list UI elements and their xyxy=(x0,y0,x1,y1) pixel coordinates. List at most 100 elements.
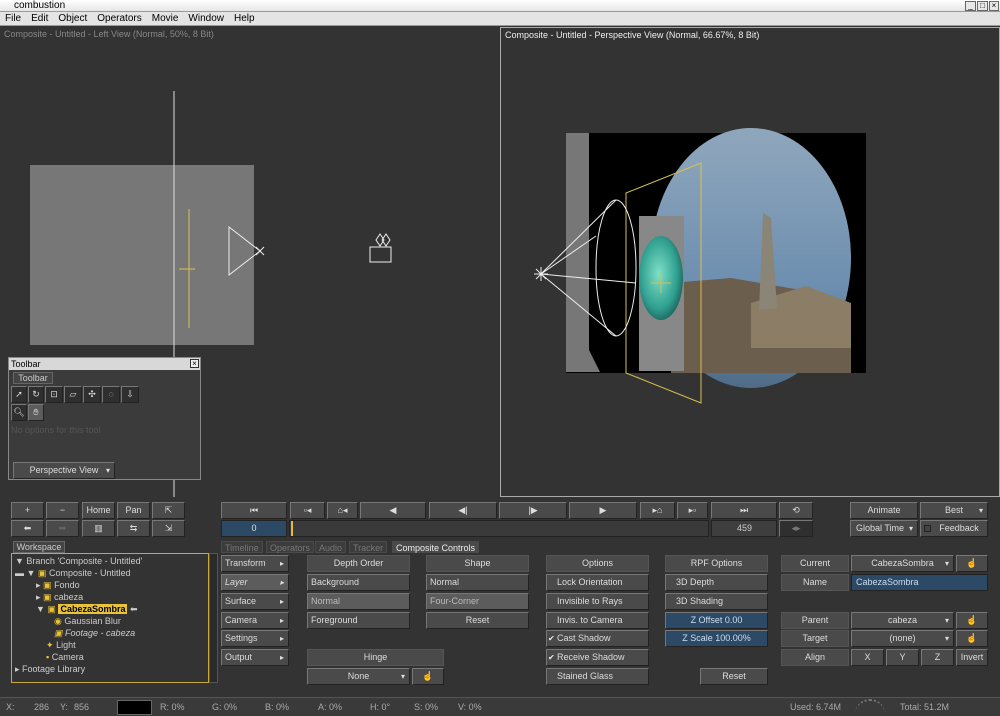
current-pick-icon[interactable]: ☝ xyxy=(956,555,988,572)
tree-branch[interactable]: ▼ Branch 'Composite - Untitled' xyxy=(15,556,142,566)
camera-orbit-icon[interactable]: ◌ xyxy=(102,386,120,403)
home-button[interactable]: Home xyxy=(82,502,115,519)
tree-light[interactable]: ✦ Light xyxy=(46,640,76,651)
rotate-tool-icon[interactable]: ↻ xyxy=(28,386,44,403)
select-tool-icon[interactable]: ➚ xyxy=(11,386,27,403)
invert-button[interactable]: Invert xyxy=(956,649,988,666)
playhead[interactable] xyxy=(291,521,293,536)
mark-out-icon[interactable]: ▸▫ xyxy=(677,502,708,519)
tree-gaussian[interactable]: ◉ Gaussian Blur xyxy=(54,616,121,627)
target-select[interactable]: (none) xyxy=(851,630,954,647)
invis-to-camera-toggle[interactable]: Invis. to Camera xyxy=(546,612,649,629)
category-layer[interactable]: Layer xyxy=(221,574,289,591)
feedback-toggle[interactable]: Feedback xyxy=(920,520,988,537)
zoom-in-button[interactable]: + xyxy=(11,502,44,519)
layout-icon[interactable]: ▥ xyxy=(82,520,115,537)
z-offset-field[interactable]: Z Offset 0.00 xyxy=(665,612,768,629)
lock-orientation-toggle[interactable]: Lock Orientation xyxy=(546,574,649,591)
parent-pick-icon[interactable]: ☝ xyxy=(956,612,988,629)
hinge-pick-icon[interactable]: ☝ xyxy=(412,668,444,685)
menu-object[interactable]: Object xyxy=(58,13,87,24)
hand-tool-icon[interactable]: ✋︎ xyxy=(28,404,44,421)
depth-normal-button[interactable]: Normal xyxy=(307,593,410,610)
maximize-button[interactable]: □ xyxy=(977,1,988,11)
toolbar-close-icon[interactable]: × xyxy=(190,359,199,368)
go-to-end-icon[interactable]: ⏭ xyxy=(711,502,777,519)
back-arrow-icon[interactable]: ⬅ xyxy=(11,520,44,537)
menu-operators[interactable]: Operators xyxy=(97,13,141,24)
tab-operators[interactable]: Operators xyxy=(266,541,315,553)
tree-footage[interactable]: ▣ Footage - cabeza xyxy=(54,628,135,639)
tree-cabeza[interactable]: ▸ ▣ cabeza xyxy=(36,592,83,603)
depth-foreground-button[interactable]: Foreground xyxy=(307,612,410,629)
tree-camera[interactable]: ▪ Camera xyxy=(46,652,84,662)
align-x-button[interactable]: X xyxy=(851,649,884,666)
menu-file[interactable]: File xyxy=(5,13,21,24)
play-icon[interactable]: ▶ xyxy=(569,502,637,519)
shape-normal-button[interactable]: Normal xyxy=(426,574,529,591)
next-key-icon[interactable]: ▸⌂ xyxy=(640,502,675,519)
3d-depth-toggle[interactable]: 3D Depth xyxy=(665,574,768,591)
orbit-tool-icon[interactable]: ✣ xyxy=(83,386,101,403)
pan-button[interactable]: Pan xyxy=(117,502,150,519)
tree-fondo[interactable]: ▸ ▣ Fondo xyxy=(36,580,80,591)
category-camera[interactable]: Camera xyxy=(221,612,289,629)
animate-button[interactable]: Animate xyxy=(850,502,918,519)
stained-glass-toggle[interactable]: Stained Glass xyxy=(546,668,649,685)
invisible-to-rays-toggle[interactable]: Invisible to Rays xyxy=(546,593,649,610)
timeline-options-icon[interactable]: ◂▸ xyxy=(779,520,813,537)
move-tool-icon[interactable]: ⊡ xyxy=(45,386,63,403)
receive-shadow-toggle[interactable]: ✔ Receive Shadow xyxy=(546,649,649,666)
workspace-tab[interactable]: Workspace xyxy=(13,541,65,553)
time-slider[interactable] xyxy=(289,520,709,537)
category-output[interactable]: Output xyxy=(221,649,289,666)
tree-cabezasombra[interactable]: ▼ ▣ CabezaSombra ⬅ xyxy=(36,604,138,615)
toolbar-tab[interactable]: Toolbar xyxy=(13,372,53,384)
minimize-button[interactable]: _ xyxy=(965,1,976,11)
zoom-out-button[interactable]: − xyxy=(46,502,79,519)
end-frame-field[interactable]: 459 xyxy=(711,520,777,537)
prev-key-icon[interactable]: ⌂◂ xyxy=(327,502,358,519)
forward-arrow-icon[interactable]: ➡ xyxy=(46,520,79,537)
view-select[interactable]: Perspective View xyxy=(13,462,115,479)
menu-movie[interactable]: Movie xyxy=(152,13,179,24)
menu-help[interactable]: Help xyxy=(234,13,255,24)
category-settings[interactable]: Settings xyxy=(221,630,289,647)
distort-tool-icon[interactable]: ▱ xyxy=(64,386,82,403)
feedback-checkbox[interactable] xyxy=(924,525,931,532)
category-transform[interactable]: Transform xyxy=(221,555,289,572)
tree-composite[interactable]: ▬ ▼ ▣ Composite - Untitled xyxy=(15,568,131,579)
category-surface[interactable]: Surface xyxy=(221,593,289,610)
align-z-button[interactable]: Z xyxy=(921,649,954,666)
render-icon[interactable]: ⇲ xyxy=(152,520,185,537)
close-button[interactable]: × xyxy=(989,1,999,11)
zoom-tool-icon[interactable]: 🔍︎ xyxy=(11,404,27,421)
hinge-select[interactable]: None xyxy=(307,668,410,685)
tab-timeline[interactable]: Timeline xyxy=(221,541,263,553)
target-pick-icon[interactable]: ☝ xyxy=(956,630,988,647)
perspective-viewport[interactable]: Composite - Untitled - Perspective View … xyxy=(500,27,1000,497)
tab-tracker[interactable]: Tracker xyxy=(349,541,388,553)
3d-shading-toggle[interactable]: 3D Shading xyxy=(665,593,768,610)
global-time-select[interactable]: Global Time xyxy=(850,520,918,537)
align-y-button[interactable]: Y xyxy=(886,649,919,666)
mark-in-icon[interactable]: ▫◂ xyxy=(290,502,325,519)
z-scale-field[interactable]: Z Scale 100.00% xyxy=(665,630,768,647)
tab-composite-controls[interactable]: Composite Controls xyxy=(392,541,480,553)
cast-shadow-toggle[interactable]: ✔ Cast Shadow xyxy=(546,630,649,647)
quality-select[interactable]: Best xyxy=(920,502,988,519)
current-frame-field[interactable]: 0 xyxy=(221,520,287,537)
tab-audio[interactable]: Audio xyxy=(315,541,347,553)
dolly-tool-icon[interactable]: ⇩ xyxy=(121,386,139,403)
rpf-reset-button[interactable]: Reset xyxy=(700,668,768,685)
parent-select[interactable]: cabeza xyxy=(851,612,954,629)
shape-four-corner-button[interactable]: Four-Corner xyxy=(426,593,529,610)
menu-edit[interactable]: Edit xyxy=(31,13,48,24)
swap-icon[interactable]: ⇆ xyxy=(117,520,150,537)
shape-reset-button[interactable]: Reset xyxy=(426,612,529,629)
snapshot-icon[interactable]: ⇱ xyxy=(152,502,185,519)
tree-library[interactable]: ▸ Footage Library xyxy=(15,664,85,675)
depth-background-button[interactable]: Background xyxy=(307,574,410,591)
step-forward-icon[interactable]: |▶ xyxy=(499,502,567,519)
loop-icon[interactable]: ⟲ xyxy=(779,502,813,519)
